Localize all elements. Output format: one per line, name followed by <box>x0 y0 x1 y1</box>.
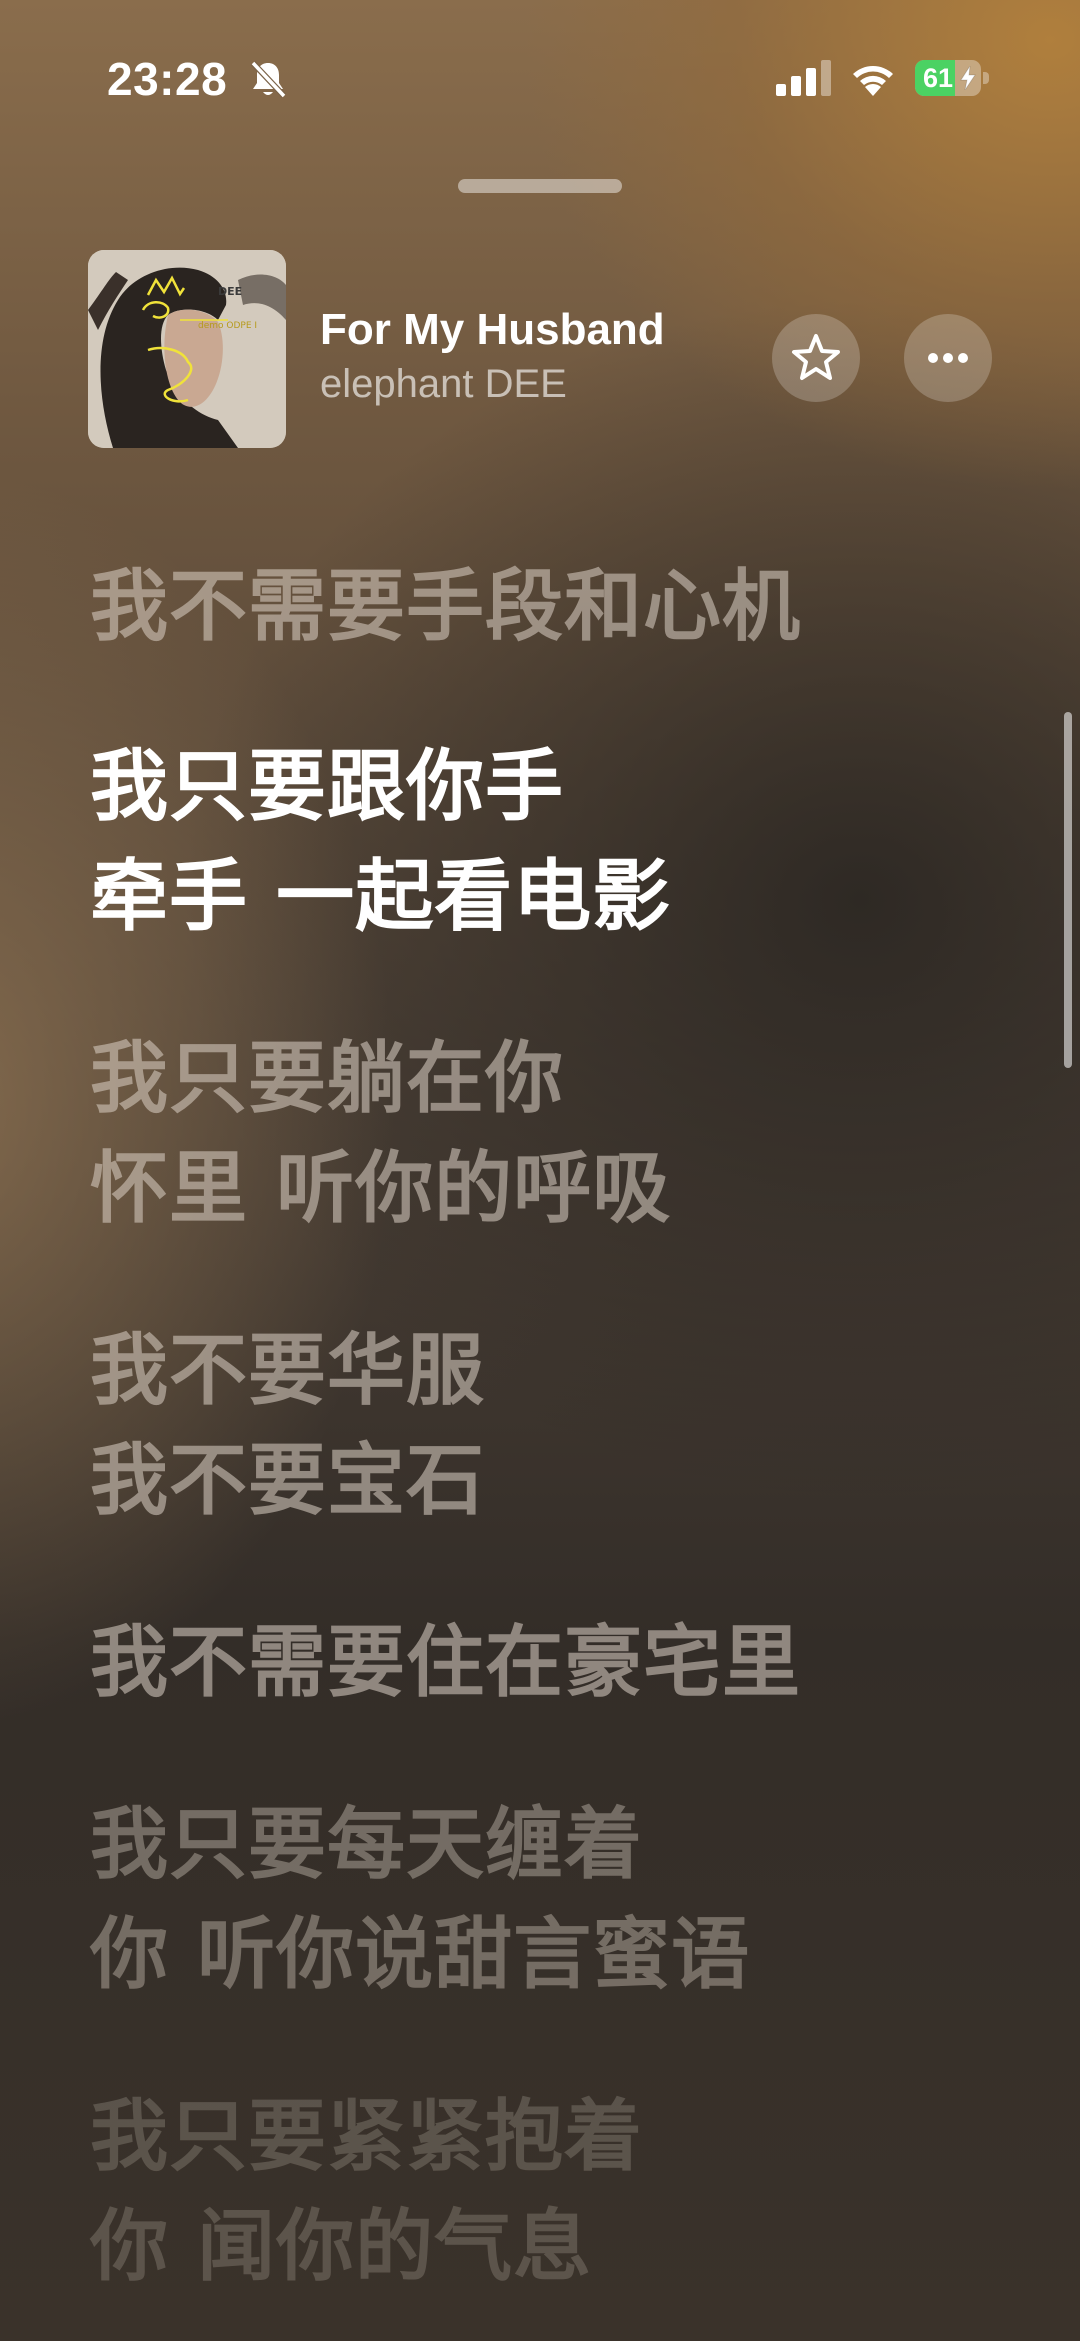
lyric-line[interactable]: 你 闻你的气息 <box>90 2192 592 2302</box>
lyric-line[interactable]: 怀里 听你的呼吸 <box>90 1134 671 1244</box>
lyric-line-active[interactable]: 牵手 一起看电影 <box>90 842 671 952</box>
lyric-line[interactable]: 你 听你说甜言蜜语 <box>90 1900 750 2010</box>
lyric-line[interactable]: 我不需要住在豪宅里 <box>90 1608 801 1718</box>
lyric-line-active[interactable]: 我只要跟你手 <box>90 732 564 842</box>
scroll-indicator[interactable] <box>1064 712 1072 1068</box>
lyric-line[interactable]: 我不要宝石 <box>90 1426 485 1536</box>
lyric-line[interactable]: 我不要华服 <box>90 1316 485 1426</box>
lyrics-list[interactable]: 我不需要手段和心机 我只要跟你手 牵手 一起看电影 我只要躺在你 怀里 听你的呼… <box>90 0 990 2341</box>
lyric-line[interactable]: 我不需要手段和心机 <box>90 552 801 662</box>
lyric-line[interactable]: 我只要紧紧抱着 <box>90 2082 643 2192</box>
lyric-line[interactable]: 我只要每天缠着 <box>90 1790 643 1900</box>
lyric-line[interactable]: 我只要躺在你 <box>90 1024 564 1134</box>
